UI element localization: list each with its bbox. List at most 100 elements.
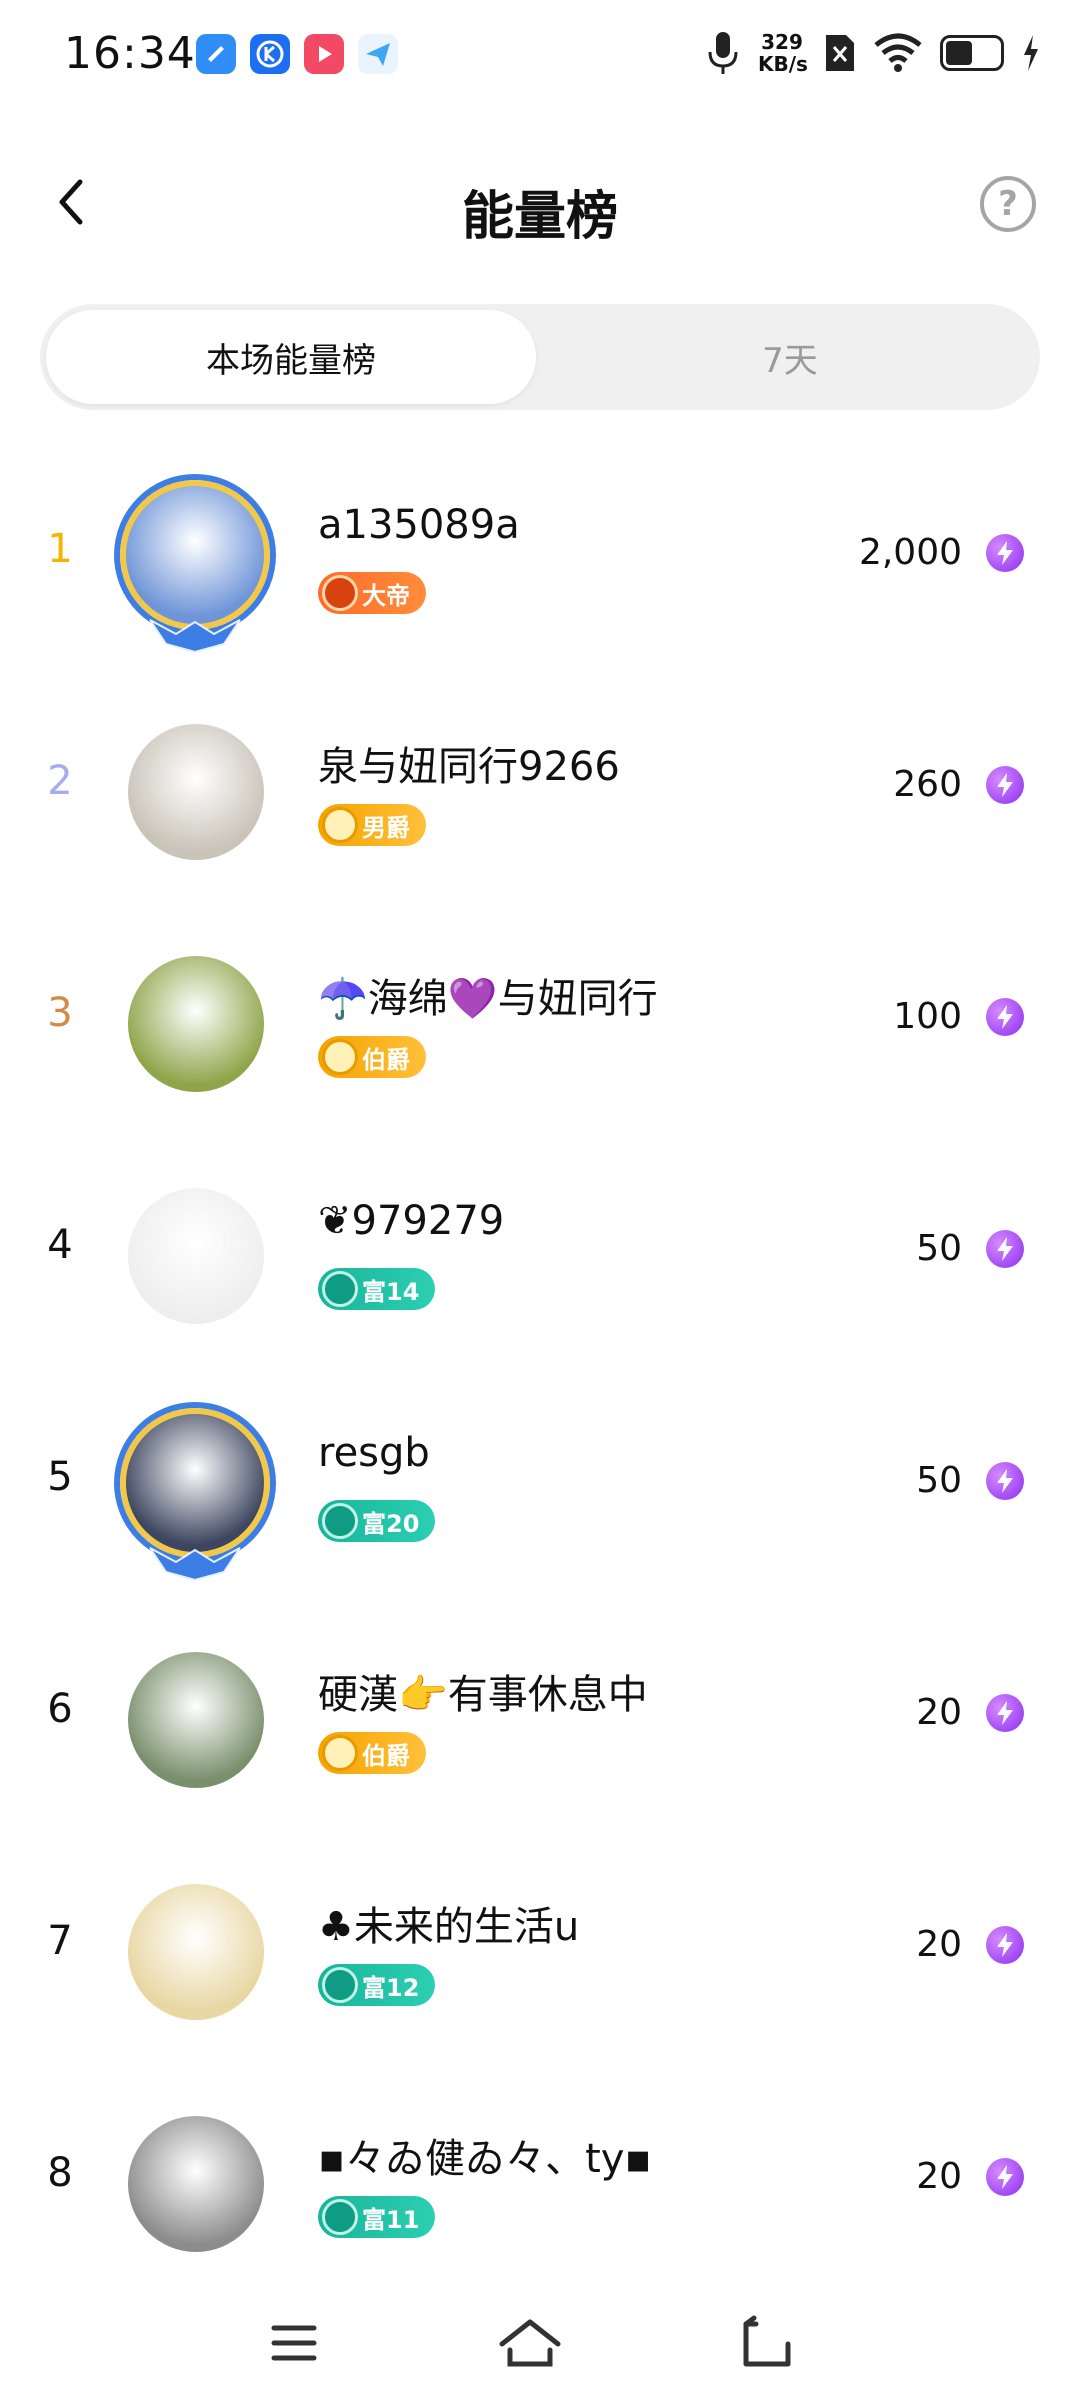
level-badge: 富20	[318, 1500, 436, 1542]
rank-number: 3	[47, 990, 73, 1036]
badge-icon	[322, 807, 358, 843]
badge-icon	[322, 1503, 358, 1539]
send-app-icon	[358, 34, 398, 74]
ranking-row[interactable]: 4 ❦979279 富14 50	[0, 1144, 1080, 1376]
rank-number: 1	[47, 526, 73, 572]
rank-number: 4	[47, 1222, 73, 1268]
home-button[interactable]	[490, 2308, 570, 2378]
note-app-icon	[196, 34, 236, 74]
ranking-row[interactable]: 6 硬漢👉有事休息中伯爵 20	[0, 1608, 1080, 1840]
no-sim-icon	[826, 35, 854, 71]
level-badge: 富14	[318, 1268, 436, 1310]
energy-score: 100	[893, 996, 962, 1037]
level-badge: 男爵	[318, 804, 426, 846]
status-bar: 16:34 329 KB/s	[0, 0, 1080, 118]
network-speed: 329 KB/s	[758, 30, 808, 76]
charging-icon	[1024, 35, 1038, 71]
user-avatar[interactable]	[128, 1884, 264, 2020]
badge-label: 伯爵	[362, 1045, 410, 1074]
page-title: 能量榜	[461, 187, 618, 247]
home-icon	[499, 2319, 561, 2367]
user-avatar[interactable]	[128, 2116, 264, 2252]
badge-icon	[322, 2199, 358, 2235]
lightning-icon	[986, 998, 1024, 1036]
lightning-icon	[986, 766, 1024, 804]
rank-number: 8	[47, 2150, 73, 2196]
badge-label: 富20	[362, 1509, 420, 1538]
ranking-row[interactable]: 7 ♣未来的生活u 富12 20	[0, 1840, 1080, 2072]
user-name: ♣未来的生活u	[318, 1904, 580, 1950]
badge-label: 富12	[362, 1973, 420, 2002]
wifi-icon	[874, 33, 922, 72]
energy-score: 50	[916, 1228, 962, 1269]
ranking-row[interactable]: 3 ☂️海绵💜与妞同行伯爵 100	[0, 912, 1080, 1144]
lightning-icon	[986, 1926, 1024, 1964]
user-avatar[interactable]	[128, 1652, 264, 1788]
badge-label: 男爵	[362, 813, 410, 842]
energy-score: 2,000	[858, 532, 962, 573]
status-right: 329 KB/s	[706, 30, 1040, 76]
user-avatar[interactable]	[128, 724, 264, 860]
user-avatar[interactable]	[120, 480, 270, 630]
ranking-row[interactable]: 1 a135089a 大帝 2,000	[0, 448, 1080, 680]
user-name: ▪々ゐ健ゐ々、ty▪	[318, 2136, 652, 2182]
rank-number: 6	[47, 1686, 73, 1732]
battery-icon	[940, 35, 1004, 71]
badge-label: 大帝	[362, 581, 410, 610]
badge-label: 富14	[362, 1277, 420, 1306]
badge-icon	[322, 1039, 358, 1075]
ranking-row[interactable]: 8 ▪々ゐ健ゐ々、ty▪ 富11 20	[0, 2072, 1080, 2304]
lightning-icon	[986, 1462, 1024, 1500]
user-name: 硬漢👉有事休息中	[318, 1672, 648, 1718]
user-name: ❦979279	[318, 1198, 505, 1244]
user-avatar[interactable]	[128, 956, 264, 1092]
menu-button[interactable]	[254, 2308, 334, 2378]
avatar-frame-wing-icon	[149, 619, 241, 654]
ranking-row[interactable]: 5 resgb 富20 50	[0, 1376, 1080, 1608]
lightning-icon	[986, 1230, 1024, 1268]
level-badge: 伯爵	[318, 1036, 426, 1078]
user-name: a135089a	[318, 502, 520, 548]
speed-unit: KB/s	[758, 52, 808, 76]
ranking-tabs: 本场能量榜 7天	[40, 304, 1040, 410]
energy-score: 260	[893, 764, 962, 805]
status-time: 16:34	[64, 28, 196, 79]
level-badge: 大帝	[318, 572, 426, 614]
energy-score: 20	[916, 2156, 962, 2197]
energy-score: 20	[916, 1692, 962, 1733]
badge-icon	[322, 1271, 358, 1307]
energy-ranking-screen: 16:34 329 KB/s 能量榜 ? 本场能量榜 7天 1 a135089a…	[0, 0, 1080, 2400]
back-nav-button[interactable]	[726, 2308, 806, 2378]
microphone-icon	[708, 32, 738, 74]
badge-label: 富11	[362, 2205, 420, 2234]
speed-value: 329	[761, 30, 803, 54]
badge-icon	[322, 1967, 358, 2003]
video-app-icon	[304, 34, 344, 74]
user-name: resgb	[318, 1430, 430, 1476]
page-header: 能量榜 ?	[0, 150, 1080, 260]
rank-number: 2	[47, 758, 73, 804]
level-badge: 富12	[318, 1964, 436, 2006]
lightning-icon	[986, 2158, 1024, 2196]
level-badge: 富11	[318, 2196, 436, 2238]
lightning-icon	[986, 1694, 1024, 1732]
badge-icon	[322, 1735, 358, 1771]
user-name: ☂️海绵💜与妞同行	[318, 976, 658, 1022]
energy-score: 20	[916, 1924, 962, 1965]
tab-7-days[interactable]: 7天	[546, 310, 1034, 404]
badge-label: 伯爵	[362, 1741, 410, 1770]
badge-icon	[322, 575, 358, 611]
user-name: 泉与妞同行9266	[318, 744, 620, 790]
level-badge: 伯爵	[318, 1732, 426, 1774]
notification-app-icons	[196, 34, 398, 74]
tab-current-session[interactable]: 本场能量榜	[46, 310, 536, 404]
help-button[interactable]: ?	[980, 176, 1036, 232]
ranking-row[interactable]: 2 泉与妞同行9266 男爵 260	[0, 680, 1080, 912]
rank-number: 7	[47, 1918, 73, 1964]
k-app-icon	[250, 34, 290, 74]
user-avatar[interactable]	[128, 1188, 264, 1324]
avatar-frame-wing-icon	[149, 1547, 241, 1582]
system-nav-bar	[0, 2290, 1080, 2400]
user-avatar[interactable]	[120, 1408, 270, 1558]
back-nav-icon	[743, 2315, 791, 2367]
